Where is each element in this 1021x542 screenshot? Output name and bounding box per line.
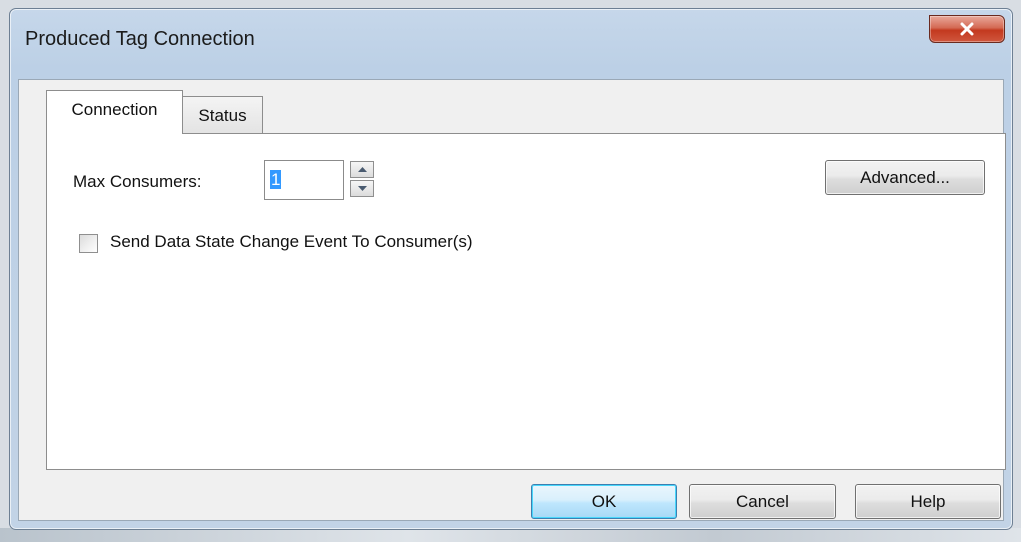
cancel-button[interactable]: Cancel [689,484,836,519]
ok-button[interactable]: OK [531,484,677,519]
help-button-label: Help [910,491,946,511]
spin-up-button[interactable] [350,161,374,178]
close-icon [960,22,974,36]
tab-status[interactable]: Status [183,96,263,134]
tab-label: Status [198,105,247,125]
tab-panel-connection: Max Consumers: 1 Advanced... Send Data S… [46,133,1006,470]
spin-down-button[interactable] [350,180,374,197]
advanced-button-label: Advanced... [860,167,950,187]
max-consumers-label: Max Consumers: [73,172,202,191]
ok-button-label: OK [591,491,617,511]
dialog-client-area: Connection Status Max Consumers: 1 Advan… [18,79,1006,521]
cancel-button-label: Cancel [736,491,789,511]
max-consumers-input[interactable]: 1 [264,160,344,200]
max-consumers-value: 1 [270,170,282,189]
tab-label: Connection [71,99,158,119]
advanced-button[interactable]: Advanced... [825,160,985,195]
window-title: Produced Tag Connection [25,28,255,50]
send-state-change-checkbox[interactable] [79,234,98,253]
desktop-background [0,528,1021,542]
arrow-down-icon [357,186,367,191]
help-button[interactable]: Help [855,484,1001,519]
close-button[interactable] [929,15,1005,43]
send-state-change-label[interactable]: Send Data State Change Event To Consumer… [110,232,473,252]
tab-connection[interactable]: Connection [46,90,183,134]
dialog-window: Produced Tag Connection Connection Statu… [9,8,1013,530]
arrow-up-icon [357,167,367,172]
